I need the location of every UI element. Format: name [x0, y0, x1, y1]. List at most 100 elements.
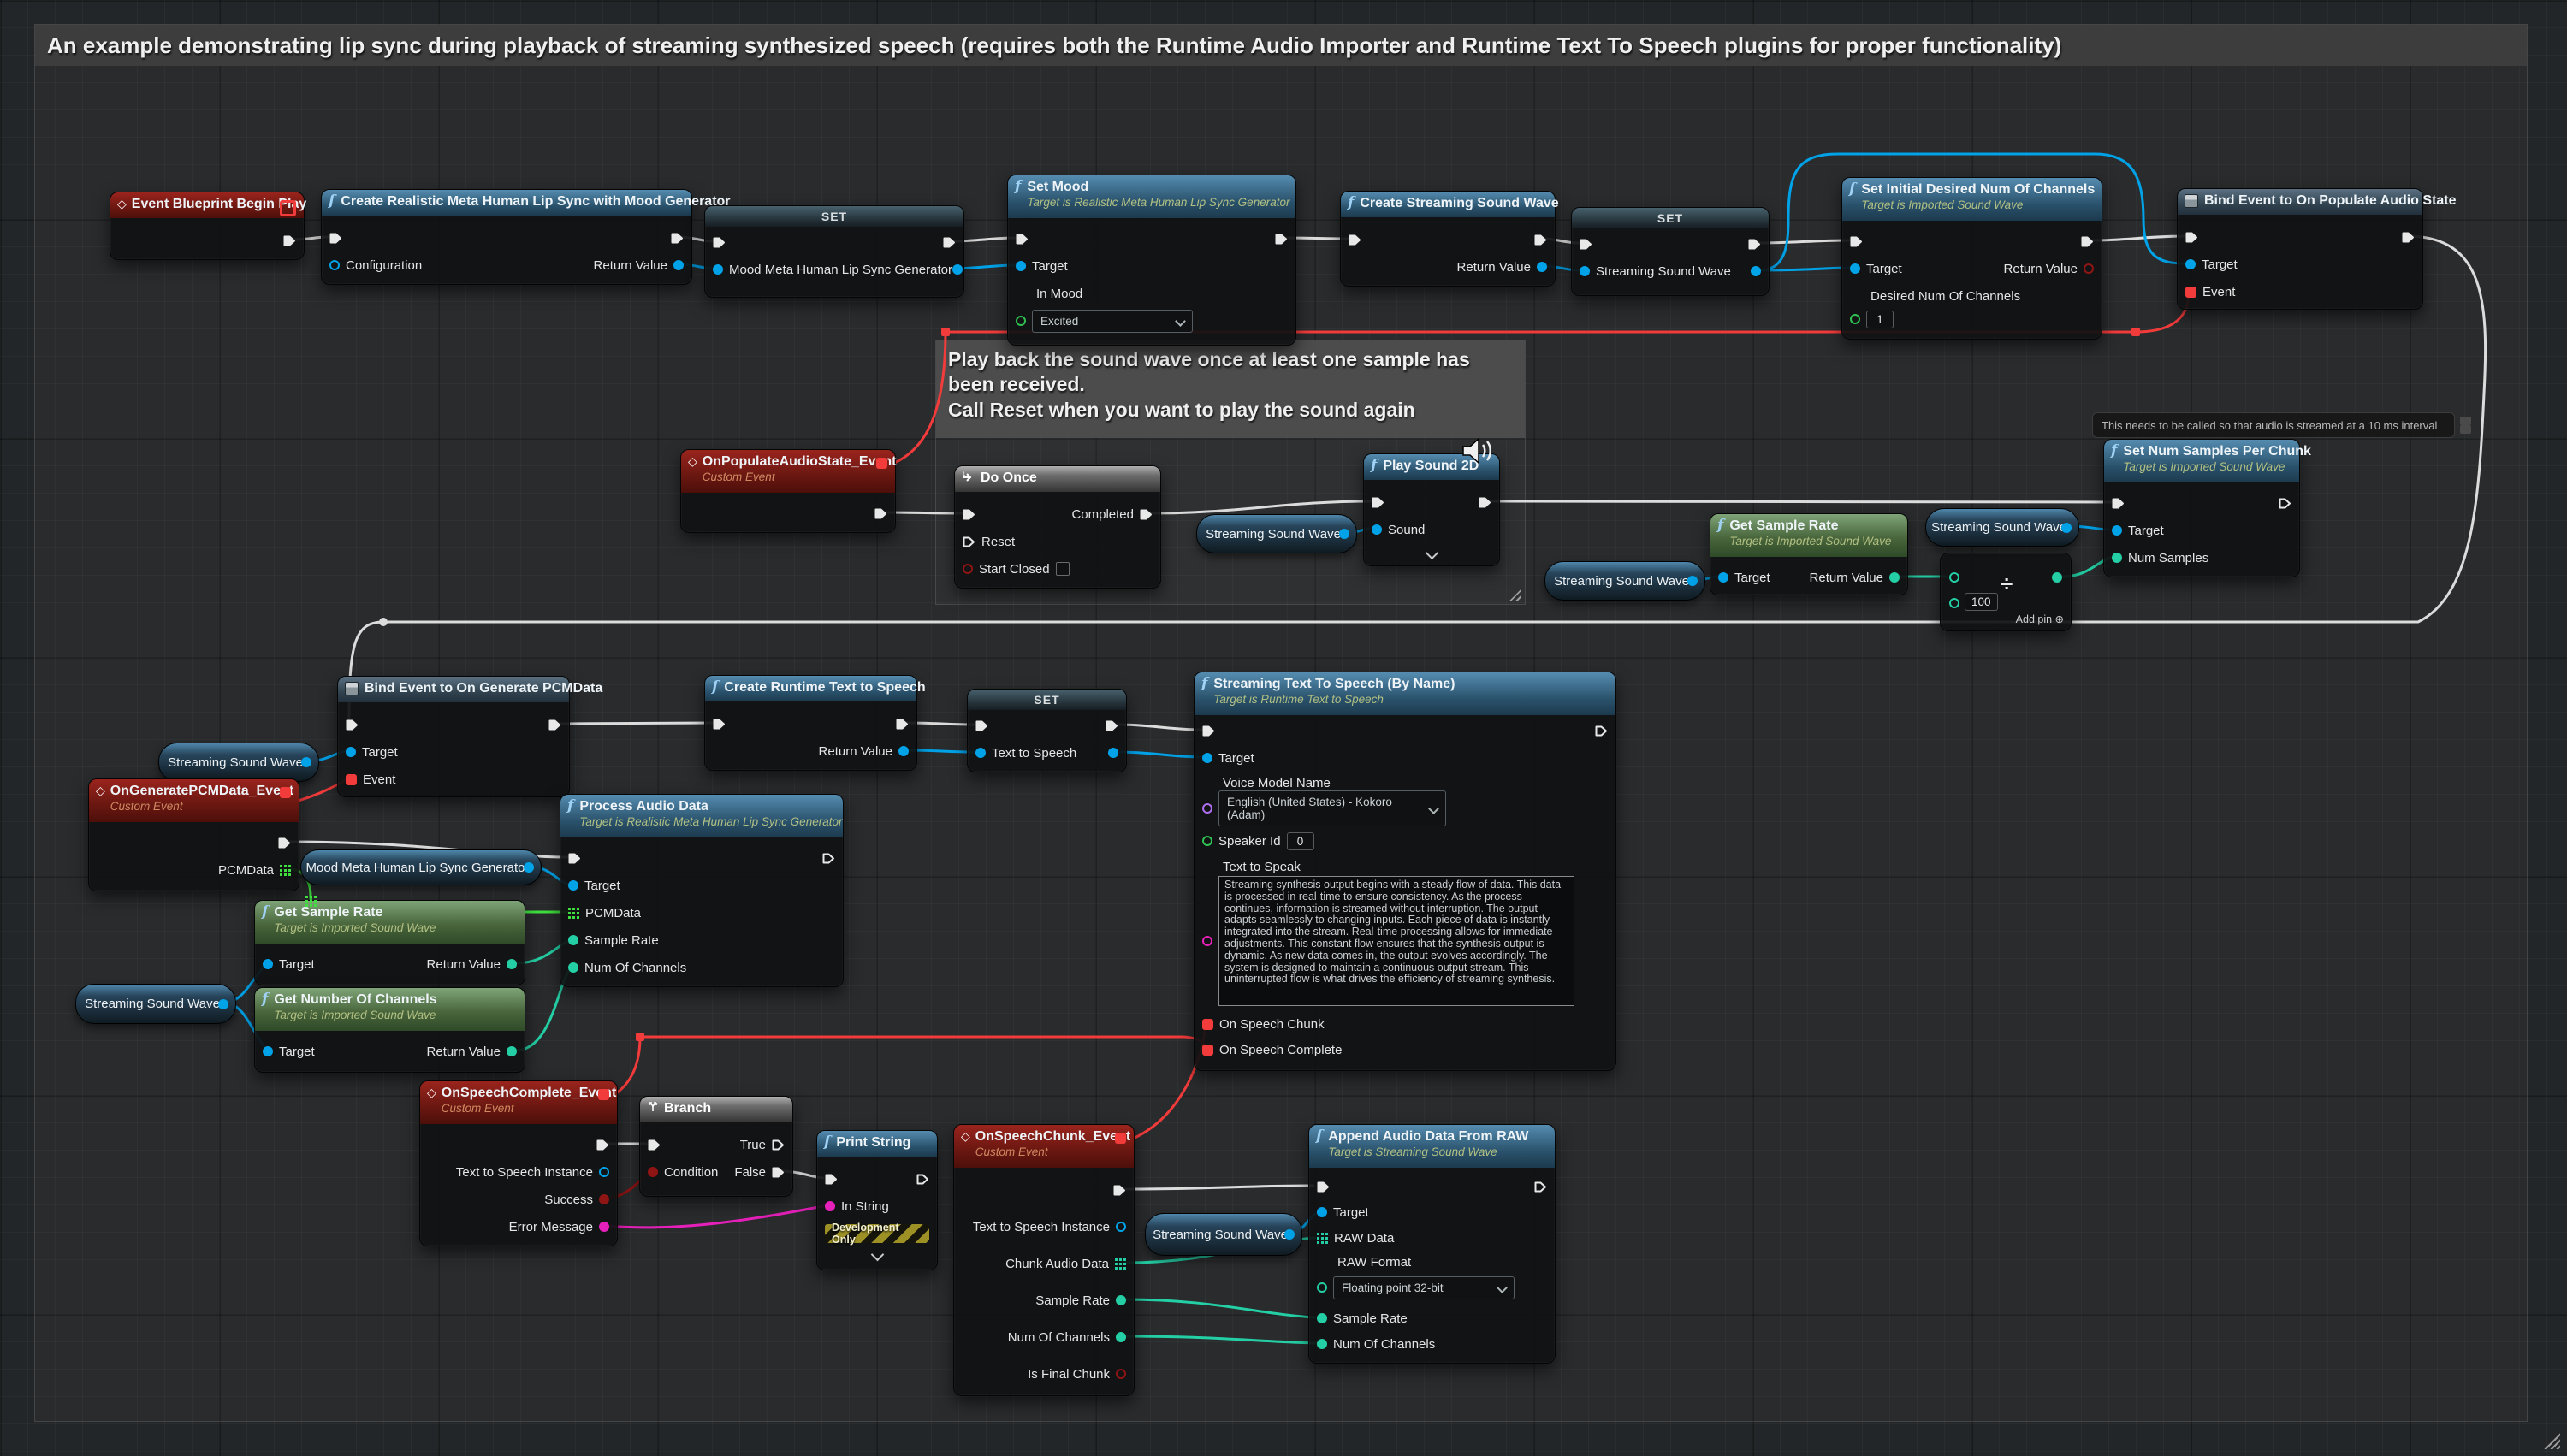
sample-rate-pin[interactable]: [568, 935, 578, 945]
output-pin[interactable]: [1113, 1185, 1126, 1196]
event-pin[interactable]: [346, 774, 357, 785]
input-pin[interactable]: [1850, 236, 1863, 247]
onspeechchunk-event[interactable]: ◇OnSpeechChunk_EventCustom EventText to …: [953, 1124, 1135, 1396]
append-audio-data-from-raw-dropdown[interactable]: Floating point 32-bit: [1333, 1276, 1515, 1299]
output-delegate-pin[interactable]: [876, 458, 887, 469]
target-pin[interactable]: [263, 959, 273, 969]
input-pin[interactable]: [1016, 234, 1029, 245]
print-string[interactable]: fPrint StringIn StringDevelopment Only: [816, 1130, 938, 1270]
input-pin[interactable]: [1317, 1181, 1330, 1193]
output-pin[interactable]: [2279, 498, 2291, 509]
completed-pin[interactable]: [1140, 509, 1153, 520]
variable-output-pin[interactable]: [1687, 576, 1698, 586]
add-pin-button[interactable]: Add pin ⊕: [2016, 613, 2064, 625]
output-pin[interactable]: [1106, 720, 1118, 731]
target-pin[interactable]: [1202, 753, 1212, 763]
node-comment-bubble[interactable]: This needs to be called so that audio is…: [2092, 412, 2455, 438]
create-realistic-metahuman-lipsync[interactable]: fCreate Realistic Meta Human Lip Sync wi…: [321, 189, 692, 285]
output-delegate-pin[interactable]: [280, 787, 291, 798]
raw-data-pin[interactable]: [1317, 1233, 1328, 1244]
set-initial-desired-num-of-channels[interactable]: fSet Initial Desired Num Of ChannelsTarg…: [1841, 177, 2102, 340]
output-pin[interactable]: [2402, 232, 2415, 243]
variable-output-pin[interactable]: [1339, 529, 1349, 539]
input-pin[interactable]: [963, 509, 975, 520]
onpopulateaudiostate-event[interactable]: ◇OnPopulateAudioState_EventCustom Event: [680, 449, 896, 533]
target-pin[interactable]: [263, 1046, 273, 1056]
true-pin[interactable]: [772, 1139, 785, 1151]
target-pin[interactable]: [1317, 1207, 1327, 1217]
bind-event-to-on-generate-pcmdata[interactable]: Bind Event to On Generate PCMDataTargetE…: [337, 676, 570, 797]
return-value-pin[interactable]: [507, 1046, 517, 1056]
num-samples-pin[interactable]: [2112, 553, 2122, 563]
input-pin[interactable]: [1202, 803, 1212, 814]
input-pin[interactable]: [568, 853, 581, 864]
create-runtime-text-to-speech[interactable]: fCreate Runtime Text to SpeechReturn Val…: [704, 675, 917, 771]
target-pin[interactable]: [1718, 572, 1728, 583]
return-value-pin[interactable]: [2084, 263, 2094, 274]
streaming-sound-wave-pill-5[interactable]: Streaming Sound Wave: [75, 984, 236, 1024]
output-pin[interactable]: [283, 235, 296, 246]
streaming-sound-wave-pill-4[interactable]: Streaming Sound Wave: [158, 743, 319, 782]
mood-metahuman-lipsync-generator-pill[interactable]: Mood Meta Human Lip Sync Generator: [300, 849, 542, 885]
get-sample-rate-2[interactable]: fGet Sample RateTarget is Imported Sound…: [254, 900, 525, 985]
variable-output-pin[interactable]: [2061, 523, 2072, 533]
output-pin[interactable]: [916, 1174, 929, 1185]
target-pin[interactable]: [1016, 261, 1026, 271]
input-pin[interactable]: [1317, 1282, 1327, 1293]
expand-row[interactable]: [1427, 548, 1437, 558]
speaker-id-pin[interactable]: [1202, 836, 1212, 846]
sample-rate-pin[interactable]: [1116, 1295, 1126, 1305]
input-pin[interactable]: [2112, 498, 2125, 509]
set-streaming-sound-wave[interactable]: SETStreaming Sound Wave: [1571, 207, 1770, 296]
target-pin[interactable]: [1850, 263, 1860, 274]
comment-pin-icon[interactable]: [2460, 417, 2471, 425]
do-once-checkbox[interactable]: [1056, 562, 1070, 576]
is-final-chunk-pin[interactable]: [1116, 1369, 1126, 1379]
append-audio-data-from-raw[interactable]: fAppend Audio Data From RAWTarget is Str…: [1308, 1124, 1556, 1364]
output-pin[interactable]: [1595, 725, 1608, 737]
reroute-node[interactable]: [305, 896, 308, 898]
input-pin[interactable]: [713, 719, 726, 730]
event-pin[interactable]: [2185, 287, 2196, 298]
blueprint-graph-canvas[interactable]: An example demonstrating lip sync during…: [0, 0, 2567, 1456]
return-value-pin[interactable]: [507, 959, 517, 969]
target-pin[interactable]: [2185, 259, 2196, 269]
input-pin[interactable]: [1850, 314, 1860, 324]
output-pin[interactable]: [671, 233, 684, 244]
num-of-channels-pin[interactable]: [568, 962, 578, 973]
configuration-pin[interactable]: [329, 260, 340, 270]
divide-input-b-pin[interactable]: [1949, 598, 1959, 608]
on-speech-chunk-pin[interactable]: [1202, 1019, 1213, 1030]
divide-input-a-pin[interactable]: [1949, 572, 1959, 583]
input-pin[interactable]: [1372, 497, 1384, 508]
return-value-pin[interactable]: [673, 260, 684, 270]
get-sample-rate-mid[interactable]: fGet Sample RateTarget is Imported Sound…: [1710, 513, 1908, 595]
return-value-pin[interactable]: [1537, 262, 1547, 272]
divide-output-pin[interactable]: [2052, 572, 2062, 583]
reroute-node[interactable]: [379, 618, 388, 626]
output-pin[interactable]: [1748, 239, 1761, 250]
output-pin[interactable]: [1479, 497, 1491, 508]
set-initial-desired-num-of-channels-value-field[interactable]: 1: [1866, 311, 1894, 328]
output-pin[interactable]: [1108, 748, 1118, 758]
input-pin[interactable]: [713, 237, 726, 248]
sample-rate-pin[interactable]: [1317, 1313, 1327, 1323]
pcmdata-pin[interactable]: [568, 908, 579, 919]
ongeneratepcmdata-event[interactable]: ◇OnGeneratePCMData_EventCustom EventPCMD…: [88, 778, 299, 891]
create-streaming-sound-wave[interactable]: fCreate Streaming Sound WaveReturn Value: [1340, 191, 1556, 287]
text-to-speech-instance-pin[interactable]: [1116, 1222, 1126, 1232]
streaming-sound-wave-pin[interactable]: [1580, 266, 1590, 276]
reroute-node[interactable]: [941, 328, 950, 336]
variable-output-pin[interactable]: [301, 757, 311, 767]
return-value-pin[interactable]: [898, 746, 909, 756]
set-mood[interactable]: fSet MoodTarget is Realistic Meta Human …: [1007, 175, 1296, 346]
set-num-samples-per-chunk[interactable]: fSet Num Samples Per ChunkTarget is Impo…: [2103, 439, 2300, 577]
expand-row[interactable]: [873, 1250, 882, 1259]
input-pin[interactable]: [1016, 316, 1026, 326]
streaming-sound-wave-pill-6[interactable]: Streaming Sound Wave: [1145, 1213, 1302, 1256]
target-pin[interactable]: [346, 747, 356, 757]
input-pin[interactable]: [329, 233, 342, 244]
sound-pin[interactable]: [1372, 524, 1382, 535]
mood-meta-human-lip-sync-generator-pin[interactable]: [713, 264, 723, 275]
output-pin[interactable]: [2081, 236, 2094, 247]
